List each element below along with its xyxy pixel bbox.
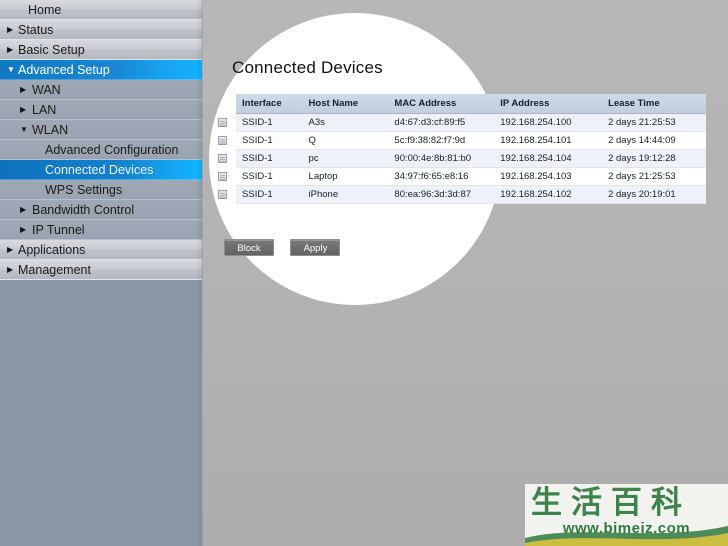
column-header-interface: Interface xyxy=(236,94,303,114)
select-column-header xyxy=(216,94,236,114)
checkbox-icon[interactable] xyxy=(218,153,227,163)
sidebar-item-management[interactable]: ▶ Management xyxy=(0,260,202,280)
apply-button[interactable]: Apply xyxy=(290,239,341,256)
router-admin-page: Home ▶ Status ▶ Basic Setup ▼ Advanced Setup ▶ W… xyxy=(0,0,728,546)
chevron-right-icon: ▶ xyxy=(7,265,14,274)
cell-host-name: Laptop xyxy=(302,167,389,186)
sidebar-item-applications[interactable]: ▶ Applications xyxy=(0,240,202,260)
cell-ip-address: 192.168.254.102 xyxy=(494,185,603,204)
sidebar-item-label: WLAN xyxy=(32,123,69,137)
chevron-right-icon: ▶ xyxy=(7,45,14,54)
cell-ip-address: 192.168.254.103 xyxy=(494,167,603,186)
sidebar-item-status[interactable]: ▶ Status xyxy=(0,20,202,40)
column-header-ip-address: IP Address xyxy=(494,94,603,114)
row-select-cell[interactable] xyxy=(216,132,236,150)
cell-mac-address: 5c:f9:38:82:f7:9d xyxy=(388,131,495,150)
cell-interface: SSID-1 xyxy=(236,167,303,186)
watermark: 生活百科 www.bimeiz.com xyxy=(525,484,728,546)
cell-interface: SSID-1 xyxy=(236,185,303,204)
sidebar-item-label: Management xyxy=(18,263,91,277)
watermark-url: www.bimeiz.com xyxy=(562,520,691,537)
sidebar-item-advanced-configuration[interactable]: Advanced Configuration xyxy=(0,140,202,160)
table-header-row: Interface Host Name MAC Address IP Addre… xyxy=(216,94,706,114)
sidebar-item-label: Home xyxy=(28,3,62,17)
sidebar-item-label: IP Tunnel xyxy=(32,223,85,237)
column-header-lease-time: Lease Time xyxy=(602,94,706,114)
checkbox-icon[interactable] xyxy=(218,171,227,181)
sidebar-item-label: Applications xyxy=(18,243,86,257)
page-title: Connected Devices xyxy=(232,58,383,77)
cell-lease-time: 2 days 19:12:28 xyxy=(602,149,706,168)
table-row[interactable]: SSID-1 pc 90:00:4e:8b:81:b0 192.168.254.104… xyxy=(216,149,706,168)
sidebar-item-home[interactable]: Home xyxy=(0,0,202,20)
checkbox-icon[interactable] xyxy=(218,135,227,145)
cell-ip-address: 192.168.254.100 xyxy=(494,113,603,132)
chevron-right-icon: ▶ xyxy=(20,105,27,114)
cell-mac-address: 90:00:4e:8b:81:b0 xyxy=(388,149,495,168)
cell-ip-address: 192.168.254.104 xyxy=(494,149,603,168)
sidebar-item-label: Connected Devices xyxy=(45,163,154,177)
checkbox-icon[interactable] xyxy=(218,189,227,199)
cell-interface: SSID-1 xyxy=(236,149,303,168)
column-header-host-name: Host Name xyxy=(302,94,389,114)
sidebar-item-ip-tunnel[interactable]: ▶ IP Tunnel xyxy=(0,220,202,240)
chevron-right-icon: ▶ xyxy=(7,25,14,34)
sidebar-item-wps-settings[interactable]: WPS Settings xyxy=(0,180,202,200)
sidebar-item-label: LAN xyxy=(32,103,57,117)
chevron-down-icon: ▼ xyxy=(7,65,15,74)
cell-lease-time: 2 days 21:25:53 xyxy=(602,167,706,186)
block-button[interactable]: Block xyxy=(224,239,274,256)
cell-mac-address: 80:ea:96:3d:3d:87 xyxy=(388,185,495,204)
sidebar-item-connected-devices[interactable]: Connected Devices xyxy=(0,160,202,180)
sidebar-item-wan[interactable]: ▶ WAN xyxy=(0,80,202,100)
table-header: Interface Host Name MAC Address IP Addre… xyxy=(216,94,706,114)
chevron-right-icon: ▶ xyxy=(20,205,27,214)
table-row[interactable]: SSID-1 Q 5c:f9:38:82:f7:9d 192.168.254.101 2… xyxy=(216,131,706,150)
table-row[interactable]: SSID-1 Laptop 34:97:f6:65:e8:16 192.168.254… xyxy=(216,167,706,186)
action-button-row: Block Apply xyxy=(224,238,352,256)
row-select-cell[interactable] xyxy=(216,150,236,168)
sidebar-item-label: WAN xyxy=(32,83,61,97)
cell-interface: SSID-1 xyxy=(236,131,303,150)
cell-host-name: iPhone xyxy=(302,185,389,204)
checkbox-icon[interactable] xyxy=(218,117,227,127)
cell-ip-address: 192.168.254.101 xyxy=(494,131,603,150)
sidebar: Home ▶ Status ▶ Basic Setup ▼ Advanced Setup ▶ W… xyxy=(0,0,202,546)
row-select-cell[interactable] xyxy=(216,114,236,132)
sidebar-item-label: Status xyxy=(18,23,54,37)
row-select-cell[interactable] xyxy=(216,186,236,204)
sidebar-item-advanced-setup[interactable]: ▼ Advanced Setup xyxy=(0,60,202,80)
cell-interface: SSID-1 xyxy=(236,113,303,132)
cell-lease-time: 2 days 20:19:01 xyxy=(602,185,706,204)
connected-devices-panel: Connected Devices Interface Host Name MA… xyxy=(202,0,728,546)
cell-mac-address: 34:97:f6:65:e8:16 xyxy=(388,167,495,186)
watermark-chinese-text: 生活百科 xyxy=(531,485,691,521)
sidebar-item-label: Basic Setup xyxy=(18,43,85,57)
cell-host-name: Q xyxy=(302,131,389,150)
column-header-mac-address: MAC Address xyxy=(388,94,495,114)
row-select-cell[interactable] xyxy=(216,168,236,186)
sidebar-item-label: Advanced Configuration xyxy=(45,143,179,157)
connected-devices-table: Interface Host Name MAC Address IP Addre… xyxy=(216,94,706,204)
sidebar-item-bandwidth-control[interactable]: ▶ Bandwidth Control xyxy=(0,200,202,220)
cell-lease-time: 2 days 14:44:09 xyxy=(602,131,706,150)
sidebar-item-label: Advanced Setup xyxy=(18,63,110,77)
sidebar-item-label: Bandwidth Control xyxy=(32,203,135,217)
sidebar-item-label: WPS Settings xyxy=(45,183,123,197)
cell-host-name: A3s xyxy=(302,113,389,132)
sidebar-item-wlan[interactable]: ▼ WLAN xyxy=(0,120,202,140)
table-row[interactable]: SSID-1 A3s d4:67:d3:cf:89:f5 192.168.254.10… xyxy=(216,113,706,132)
chevron-right-icon: ▶ xyxy=(20,225,27,234)
sidebar-menu: Home ▶ Status ▶ Basic Setup ▼ Advanced Setup ▶ W… xyxy=(0,0,202,280)
sidebar-item-lan[interactable]: ▶ LAN xyxy=(0,100,202,120)
chevron-right-icon: ▶ xyxy=(20,85,27,94)
chevron-right-icon: ▶ xyxy=(7,245,14,254)
cell-mac-address: d4:67:d3:cf:89:f5 xyxy=(388,113,495,132)
sidebar-item-basic-setup[interactable]: ▶ Basic Setup xyxy=(0,40,202,60)
table-body: SSID-1 A3s d4:67:d3:cf:89:f5 192.168.254.10… xyxy=(216,113,706,204)
chevron-down-icon: ▼ xyxy=(20,125,28,134)
table-row[interactable]: SSID-1 iPhone 80:ea:96:3d:3d:87 192.168.254… xyxy=(216,185,706,204)
cell-host-name: pc xyxy=(302,149,389,168)
cell-lease-time: 2 days 21:25:53 xyxy=(602,113,706,132)
